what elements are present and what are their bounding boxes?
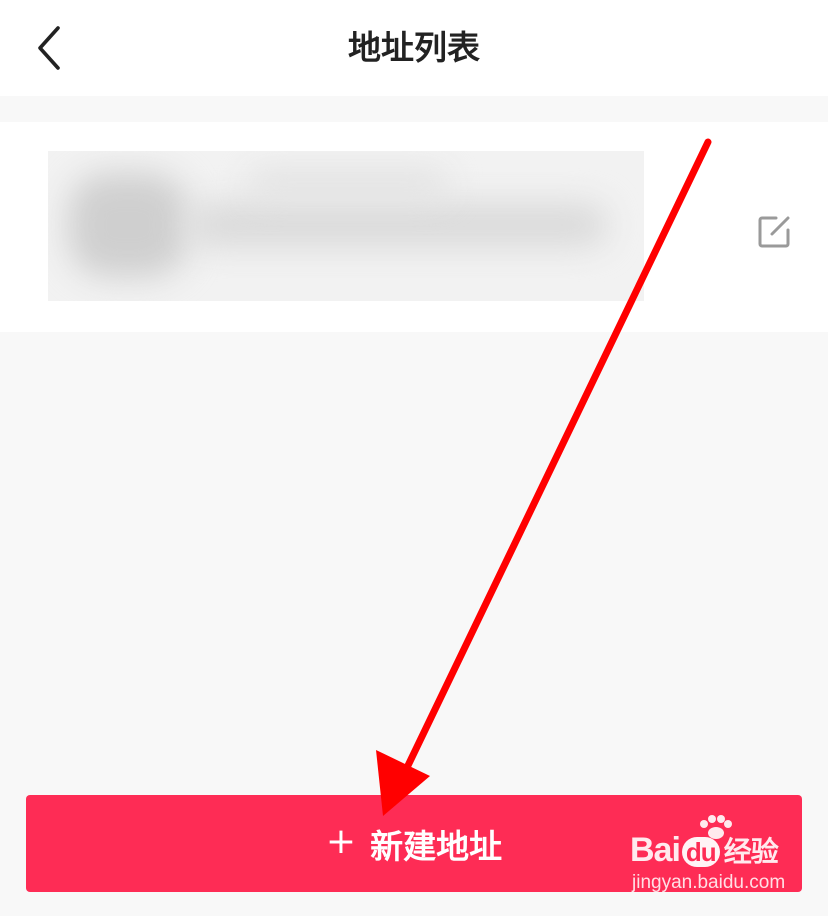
watermark-url: jingyan.baidu.com xyxy=(632,872,786,893)
edit-icon xyxy=(758,216,790,248)
top-navigation-bar: 地址列表 xyxy=(0,0,828,96)
watermark-logo: Bai du 经验 xyxy=(630,831,779,869)
plus-icon: + xyxy=(325,820,357,862)
new-address-label: 新建地址 xyxy=(370,826,503,866)
page-title: 地址列表 xyxy=(348,28,480,67)
address-card[interactable] xyxy=(0,122,828,332)
blurred-address-content xyxy=(48,151,644,301)
edit-address-button[interactable] xyxy=(752,210,796,254)
baidu-jingyan-watermark: Bai du 经验 jingyan.baidu.com xyxy=(630,815,810,900)
